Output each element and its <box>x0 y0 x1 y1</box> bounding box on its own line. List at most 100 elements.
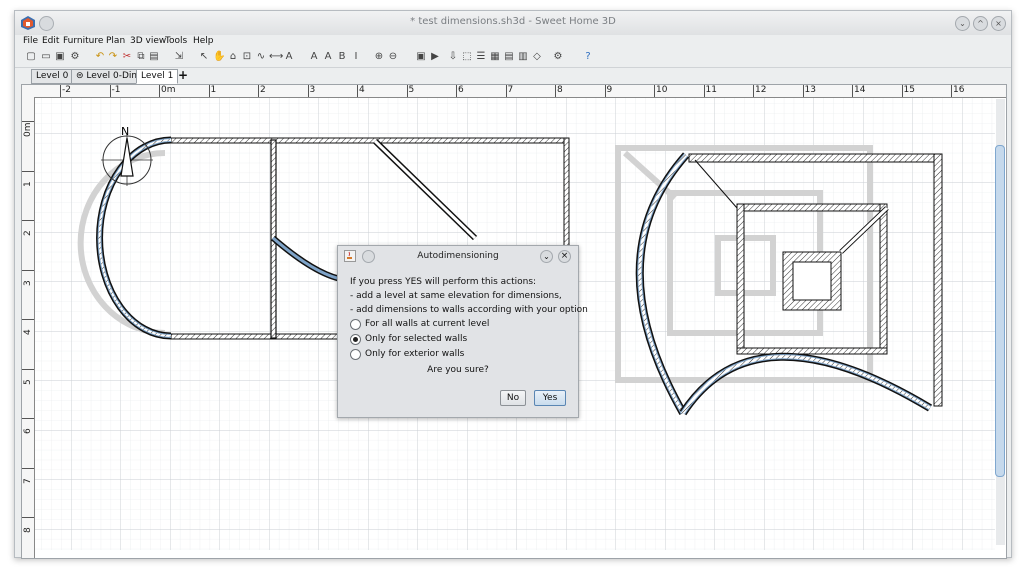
h-ruler-label: 0m <box>161 85 176 95</box>
tab-level-0-dim-label: Level 0-Dim <box>86 71 141 81</box>
v-ruler-label: 8 <box>23 527 33 533</box>
toolbar: ▢ ▭ ▣ ⚙ ↶ ↷ ✂ ⧉ ▤ ⇲ ↖ ✋ ⌂ ⊡ ∿ ⟷ A A A B I ⊕ ⊖ ▣ ▶ ⇩ ⬚ ☰ ▦ ▤ ▥ ◇ ⚙? <box>15 49 1011 68</box>
menu-3d-view[interactable]: 3D view <box>130 36 166 46</box>
open-icon[interactable]: ▭ <box>40 51 52 63</box>
add-furniture-icon[interactable]: ⇲ <box>173 51 185 63</box>
ruler-tick <box>654 85 655 97</box>
dialog-close-button[interactable]: × <box>558 250 571 263</box>
dialog-message-line-3: - add dimensions to walls according with… <box>350 305 588 315</box>
vertical-scroll-thumb[interactable] <box>995 145 1005 477</box>
tab-level-1[interactable]: Level 1 <box>136 69 179 84</box>
menu-plan[interactable]: Plan <box>106 36 125 46</box>
create-labels-icon[interactable]: A <box>283 51 295 63</box>
ruler-tick <box>456 85 457 97</box>
dialog-minimize-button[interactable]: ⌄ <box>540 250 553 263</box>
close-button[interactable]: × <box>991 16 1006 31</box>
no-button[interactable]: No <box>500 390 526 406</box>
print-icon[interactable]: ▦ <box>489 51 501 63</box>
redo-icon[interactable]: ↷ <box>107 51 119 63</box>
minimize-button[interactable]: ⌄ <box>955 16 970 31</box>
dialog-message-line-2: - add a level at same elevation for dime… <box>350 291 562 301</box>
copy-icon[interactable]: ⧉ <box>135 51 147 63</box>
import-furniture-icon[interactable]: ⇩ <box>447 51 459 63</box>
ruler-tick <box>951 85 952 97</box>
zoom-out-icon[interactable]: ⊖ <box>387 51 399 63</box>
ruler-tick <box>901 85 903 97</box>
v-ruler-label: 7 <box>23 477 33 484</box>
undo-icon[interactable]: ↶ <box>94 51 106 63</box>
dialog-confirm-text: Are you sure? <box>427 365 489 375</box>
export-svg-icon[interactable]: ▥ <box>517 51 529 63</box>
add-level-button[interactable]: + <box>178 68 188 82</box>
create-walls-icon[interactable]: ⌂ <box>227 51 239 63</box>
export-obj-icon[interactable]: ◇ <box>531 51 543 63</box>
v-ruler-label: 2 <box>23 230 33 236</box>
tab-level-0-dim[interactable]: ⊜ Level 0-Dim <box>71 69 146 84</box>
v-ruler-label: 5 <box>23 378 33 385</box>
menu-edit[interactable]: Edit <box>42 36 59 46</box>
menu-file[interactable]: File <box>23 36 38 46</box>
cut-prefs-icon[interactable]: ⚙ <box>69 51 81 63</box>
export-pdf-icon[interactable]: ▤ <box>503 51 515 63</box>
create-polylines-icon[interactable]: ∿ <box>255 51 267 63</box>
h-ruler-label: 6 <box>458 85 464 95</box>
maximize-button[interactable]: ^ <box>973 16 988 31</box>
pan-icon[interactable]: ✋ <box>213 51 225 63</box>
radio-selected-walls-label[interactable]: Only for selected walls <box>365 334 467 344</box>
radio-exterior-walls[interactable] <box>350 349 361 360</box>
menu-help[interactable]: Help <box>193 36 214 46</box>
menu-furniture[interactable]: Furniture <box>63 36 103 46</box>
ruler-tick <box>307 85 309 97</box>
increase-text-icon[interactable]: A <box>308 51 320 63</box>
yes-button[interactable]: Yes <box>534 390 566 406</box>
new-icon[interactable]: ▢ <box>25 51 37 63</box>
radio-exterior-walls-label[interactable]: Only for exterior walls <box>365 349 464 359</box>
ruler-tick <box>406 85 408 97</box>
ruler-tick <box>22 418 34 419</box>
compass-north-label: N <box>121 125 129 138</box>
furniture-library-icon[interactable]: ☰ <box>475 51 487 63</box>
ruler-tick <box>22 220 34 221</box>
paste-icon[interactable]: ▤ <box>148 51 160 63</box>
h-ruler-label: 1 <box>210 85 217 95</box>
h-ruler-label: 9 <box>606 85 613 95</box>
menu-tools[interactable]: Tools <box>165 36 187 46</box>
help-icon[interactable]: ? <box>582 51 594 63</box>
ruler-tick <box>22 467 34 469</box>
radio-all-walls[interactable] <box>350 319 361 330</box>
dialog-title-bar: Autodimensioning ⌄ × <box>338 246 578 266</box>
h-ruler-label: 4 <box>359 85 365 95</box>
ruler-tick <box>208 85 210 97</box>
create-rooms-icon[interactable]: ⊡ <box>241 51 253 63</box>
ruler-tick <box>109 85 111 97</box>
ruler-tick <box>357 85 358 97</box>
create-photo-icon[interactable]: ▣ <box>415 51 427 63</box>
italic-icon[interactable]: I <box>350 51 362 63</box>
h-ruler-label: 11 <box>705 85 717 95</box>
menu-bar: File Edit Furniture Plan 3D view Tools H… <box>15 35 1011 49</box>
ruler-tick <box>852 85 853 97</box>
v-ruler-label: 3 <box>23 279 33 286</box>
radio-selected-walls[interactable] <box>350 334 361 345</box>
ruler-tick <box>505 85 507 97</box>
v-ruler-label: 1 <box>23 180 33 187</box>
bold-icon[interactable]: B <box>336 51 348 63</box>
select-icon[interactable]: ↖ <box>198 51 210 63</box>
import-textures-icon[interactable]: ⬚ <box>461 51 473 63</box>
ruler-tick <box>604 85 606 97</box>
create-video-icon[interactable]: ▶ <box>429 51 441 63</box>
cut-icon[interactable]: ✂ <box>121 51 133 63</box>
h-ruler-label: -1 <box>111 85 121 95</box>
radio-all-walls-label[interactable]: For all walls at current level <box>365 319 489 329</box>
h-ruler-label: 16 <box>953 85 965 95</box>
tab-level-0[interactable]: Level 0 <box>31 69 74 84</box>
preferences-icon[interactable]: ⚙ <box>552 51 564 63</box>
create-dimensions-icon[interactable]: ⟷ <box>269 51 283 63</box>
zoom-in-icon[interactable]: ⊕ <box>373 51 385 63</box>
save-icon[interactable]: ▣ <box>54 51 66 63</box>
h-ruler-label: 8 <box>557 85 563 95</box>
h-ruler-label: 15 <box>903 85 915 95</box>
horizontal-ruler: -2 -1 0m 1 2 3 4 5 6 7 8 9 10 11 12 13 14 15 16 <box>22 85 1006 98</box>
level-dim-icon: ⊜ <box>76 71 87 81</box>
decrease-text-icon[interactable]: A <box>322 51 334 63</box>
